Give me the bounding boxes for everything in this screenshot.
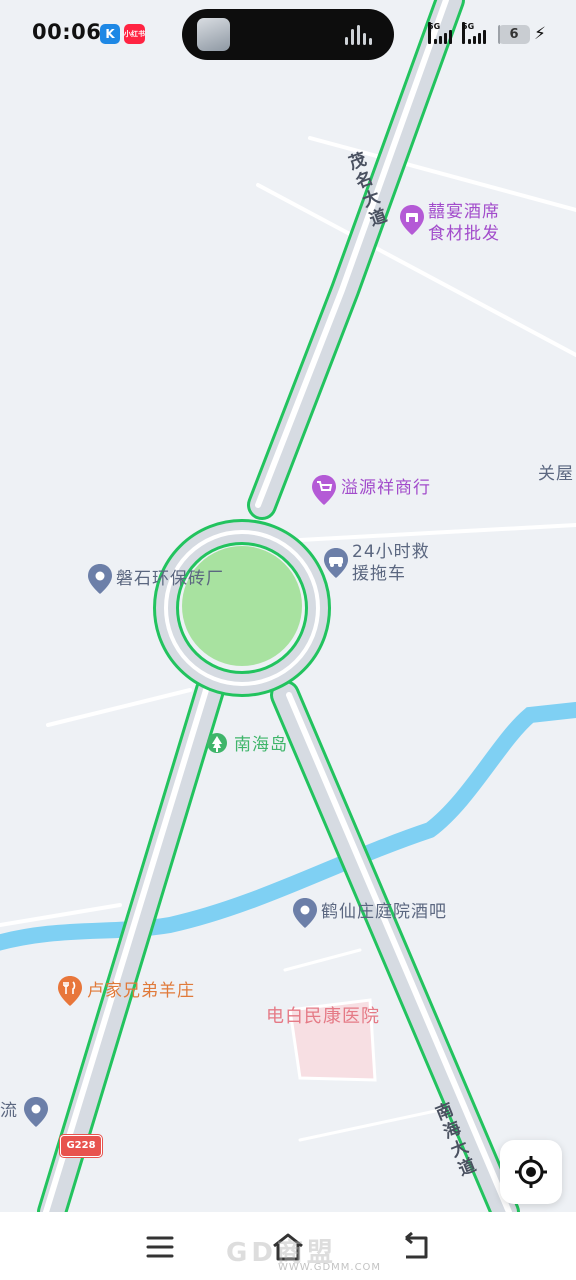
battery-fill: [498, 25, 500, 44]
map-canvas[interactable]: [0, 0, 576, 1212]
restaurant-pin-icon[interactable]: [58, 976, 82, 1006]
signal-icon-2: 5G: [462, 22, 488, 44]
status-time: 00:06: [32, 20, 102, 44]
poi-guanwu[interactable]: 关屋: [538, 463, 574, 485]
back-icon[interactable]: [396, 1230, 436, 1264]
poi-xiyan[interactable]: 囍宴酒席 食材批发: [428, 201, 500, 245]
locate-button[interactable]: [500, 1140, 562, 1204]
k-app-icon: K: [100, 24, 120, 44]
poi-hexian[interactable]: 鹤仙庄庭院酒吧: [321, 901, 447, 923]
menu-icon[interactable]: [142, 1230, 182, 1264]
roundabout-island: [182, 546, 302, 666]
signal-icon-1: 5G: [428, 22, 454, 44]
locate-icon: [515, 1156, 547, 1188]
battery-level: 6: [509, 27, 519, 42]
location-pin-icon[interactable]: [88, 564, 112, 594]
media-thumbnail: [197, 18, 230, 51]
poi-nanhaidao[interactable]: 南海岛: [234, 734, 288, 756]
car-pin-icon[interactable]: [324, 548, 348, 578]
location-pin-icon[interactable]: [293, 898, 317, 928]
cart-pin-icon[interactable]: [312, 475, 336, 505]
home-icon[interactable]: [268, 1230, 308, 1264]
xiaohongshu-app-icon: 小红书: [124, 24, 145, 44]
poi-hospital[interactable]: 电白民康医院: [266, 1006, 380, 1028]
map-screen: 茂 名 大 道 南 海 大 道 囍宴酒席 食材批发 溢源祥商行 关屋 24小时救…: [0, 0, 576, 1280]
navigation-bar: [0, 1212, 576, 1280]
status-bar: 00:06 K 小红书 5G 5G 6 ⚡: [0, 0, 576, 70]
poi-yiyuanxiang[interactable]: 溢源祥商行: [341, 477, 431, 499]
poi-lujia[interactable]: 卢家兄弟羊庄: [87, 980, 195, 1002]
audio-wave-icon: [345, 25, 377, 45]
poi-panshi[interactable]: 磐石环保砖厂: [116, 568, 224, 590]
battery-indicator: 6: [498, 25, 530, 44]
poi-rescue[interactable]: 24小时救 援拖车: [352, 541, 430, 585]
tree-pin-icon[interactable]: [206, 732, 228, 756]
charging-bolt-icon: ⚡: [534, 24, 546, 44]
shop-pin-icon[interactable]: [400, 205, 424, 235]
highway-shield-g228: G228: [60, 1135, 102, 1157]
poi-liu[interactable]: 流: [0, 1100, 18, 1122]
dynamic-island[interactable]: [182, 9, 394, 60]
location-pin-icon[interactable]: [24, 1097, 48, 1127]
